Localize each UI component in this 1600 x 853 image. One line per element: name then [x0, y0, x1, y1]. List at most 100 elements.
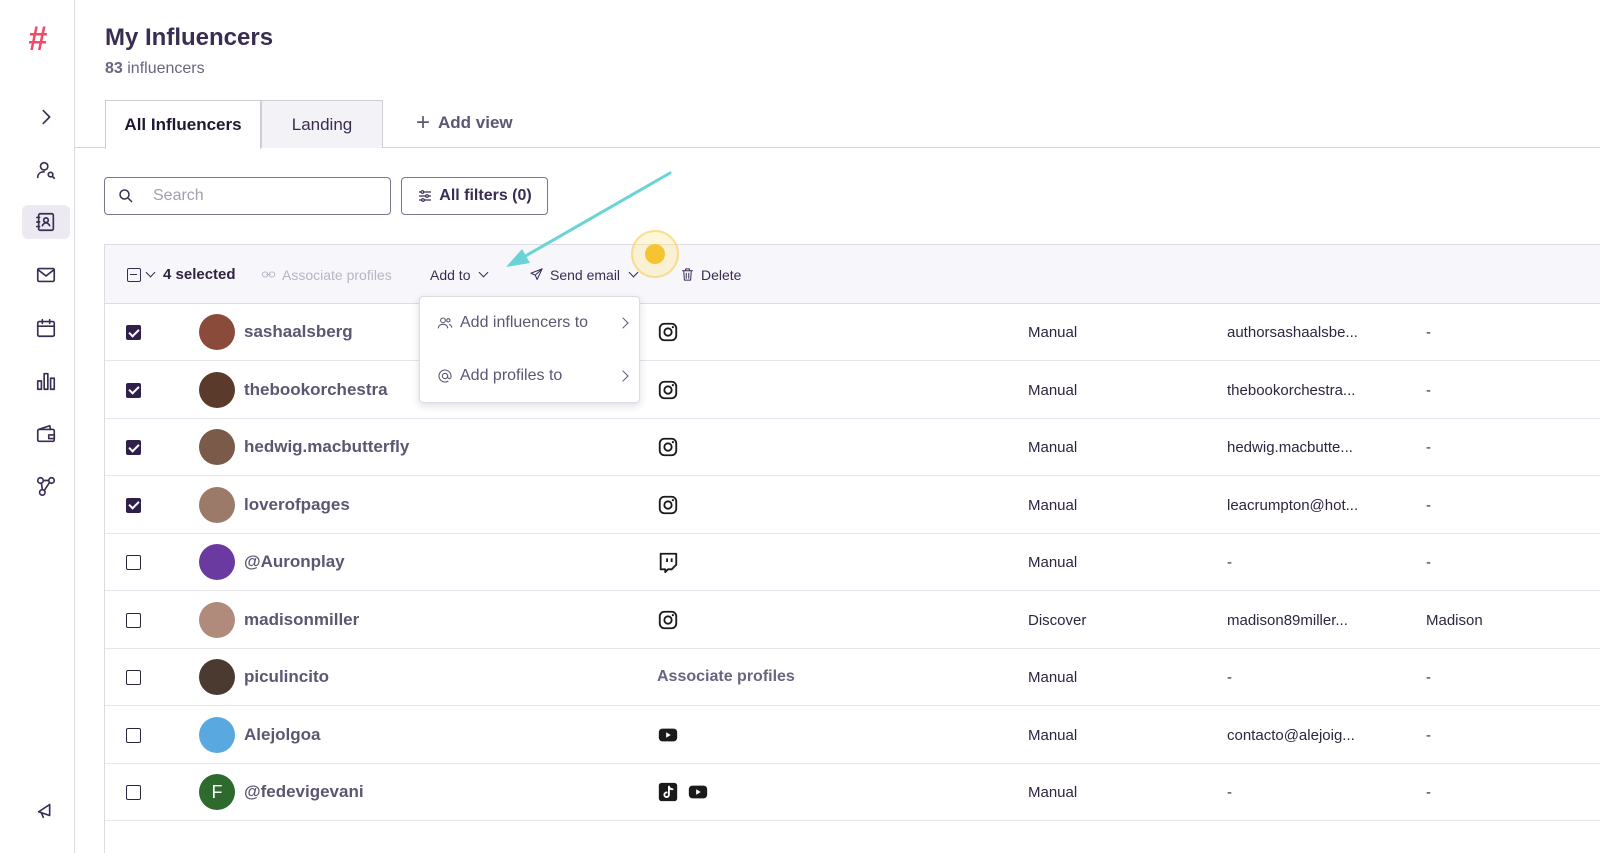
search-input[interactable] [153, 187, 373, 205]
add-view-button[interactable]: + Add view [416, 110, 513, 136]
influencer-handle[interactable]: @fedevigevani [244, 782, 364, 802]
row-checkbox[interactable] [126, 612, 141, 628]
table-row[interactable]: sashaalsberg Manual authorsashaalsbe... - [105, 304, 1600, 361]
search-icon [119, 189, 133, 203]
click-marker [631, 230, 679, 278]
source-cell: Manual [1028, 439, 1078, 456]
avatar [199, 314, 235, 350]
influencer-count-number: 83 [105, 60, 123, 77]
table-row[interactable]: loverofpages Manual leacrumpton@hot... - [105, 477, 1600, 534]
chevron-right-icon [617, 317, 629, 329]
influencer-handle[interactable]: Alejolgoa [244, 725, 321, 745]
name-cell: - [1426, 381, 1431, 399]
name-cell: - [1426, 726, 1431, 744]
platform-icons [657, 781, 709, 803]
wallet-icon [36, 424, 56, 443]
avatar [199, 544, 235, 580]
chevron-down-icon [479, 267, 489, 278]
table-row[interactable]: Alejolgoa Manual contacto@alejoig... - [105, 707, 1600, 764]
avatar [199, 601, 235, 638]
associate-profiles-link[interactable]: Associate profiles [657, 668, 795, 686]
table-row[interactable]: @Auronplay Manual - - [105, 534, 1600, 591]
sidebar: # [0, 0, 75, 853]
influencer-handle[interactable]: madisonmiller [244, 610, 359, 630]
add-influencers-to-item[interactable]: Add influencers to [420, 297, 641, 349]
partial-checkbox-icon [127, 267, 141, 282]
nav-calendar[interactable] [22, 311, 70, 345]
name-cell: - [1426, 669, 1431, 686]
page-title: My Influencers [105, 24, 274, 51]
platform-icons [657, 321, 679, 343]
bulk-action-toolbar: 4 selected Associate profiles Add to Sen… [105, 245, 1600, 304]
all-filters-button[interactable]: All filters (0) [401, 177, 548, 215]
chevron-right-icon [42, 109, 51, 125]
tiktok-icon [658, 782, 678, 802]
influencer-handle[interactable]: sashaalsberg [244, 322, 353, 342]
avatar [199, 371, 235, 408]
tab-landing[interactable]: Landing [261, 100, 383, 148]
email-cell: - [1227, 669, 1232, 686]
influencer-handle[interactable]: @Auronplay [244, 552, 345, 572]
nav-inbox[interactable] [22, 258, 70, 292]
avatar [199, 716, 235, 753]
row-checkbox[interactable] [126, 727, 141, 743]
influencer-count-label: influencers [127, 60, 205, 77]
source-cell: Manual [1028, 381, 1078, 399]
contacts-icon [36, 212, 55, 232]
mail-icon [36, 267, 56, 283]
delete-button[interactable]: Delete [680, 245, 741, 304]
email-cell: thebookorchestra... [1227, 381, 1356, 399]
table-row[interactable]: hedwig.macbutterfly Manual hedwig.macbutte… [105, 419, 1600, 476]
table-row[interactable]: piculincito Associate profiles Manual - - [105, 649, 1600, 706]
nav-my-influencers[interactable] [22, 205, 70, 239]
name-cell: - [1426, 496, 1431, 514]
nav-integrations[interactable] [22, 469, 70, 503]
row-checkbox[interactable] [126, 670, 141, 685]
add-view-label: Add view [438, 113, 513, 132]
row-checkbox[interactable] [126, 325, 141, 340]
email-cell: leacrumpton@hot... [1227, 496, 1359, 514]
sliders-icon [419, 190, 432, 202]
instagram-icon [658, 380, 678, 399]
source-cell: Manual [1028, 324, 1078, 341]
name-cell: - [1426, 554, 1431, 571]
source-cell: Manual [1028, 554, 1078, 571]
chevron-right-icon [617, 370, 629, 382]
influencer-handle[interactable]: loverofpages [244, 495, 350, 515]
add-profiles-to-label: Add profiles to [460, 367, 563, 384]
row-checkbox[interactable] [126, 382, 141, 398]
avatar: F [199, 774, 235, 810]
app-logo[interactable]: # [28, 22, 64, 56]
nav-payments[interactable] [22, 417, 70, 451]
name-cell: Madison [1426, 611, 1483, 629]
influencer-handle[interactable]: thebookorchestra [244, 380, 388, 400]
expand-sidebar-button[interactable] [22, 100, 70, 134]
row-checkbox[interactable] [126, 497, 141, 513]
row-checkbox[interactable] [126, 440, 141, 455]
tab-all-influencers[interactable]: All Influencers [105, 100, 261, 149]
table-row[interactable]: madisonmiller Discover madison89miller... M… [105, 592, 1600, 649]
search-box [104, 177, 391, 215]
avatar [199, 659, 235, 695]
instagram-icon [658, 610, 678, 629]
row-checkbox[interactable] [126, 555, 141, 570]
add-profiles-to-item[interactable]: Add profiles to [420, 350, 641, 402]
chevron-down-icon [145, 267, 156, 278]
calendar-icon [36, 318, 56, 338]
select-all-toggle[interactable] [127, 245, 156, 304]
influencer-handle[interactable]: piculincito [244, 667, 329, 687]
platform-icons [657, 494, 679, 516]
table-row[interactable]: thebookorchestra Manual thebookorchestra..… [105, 362, 1600, 419]
associate-profiles-button[interactable]: Associate profiles [261, 245, 392, 304]
avatar [199, 429, 235, 465]
source-cell: Manual [1028, 669, 1078, 686]
nav-analytics[interactable] [22, 364, 70, 398]
nav-discover[interactable] [22, 153, 70, 187]
send-email-label: Send email [550, 266, 621, 283]
row-checkbox[interactable] [126, 785, 141, 800]
table-row[interactable]: F @fedevigevani Manual - - [105, 764, 1600, 821]
nav-announcements[interactable] [22, 793, 70, 827]
source-cell: Manual [1028, 496, 1078, 514]
influencer-handle[interactable]: hedwig.macbutterfly [244, 437, 409, 457]
email-cell: authorsashaalsbe... [1227, 324, 1358, 341]
